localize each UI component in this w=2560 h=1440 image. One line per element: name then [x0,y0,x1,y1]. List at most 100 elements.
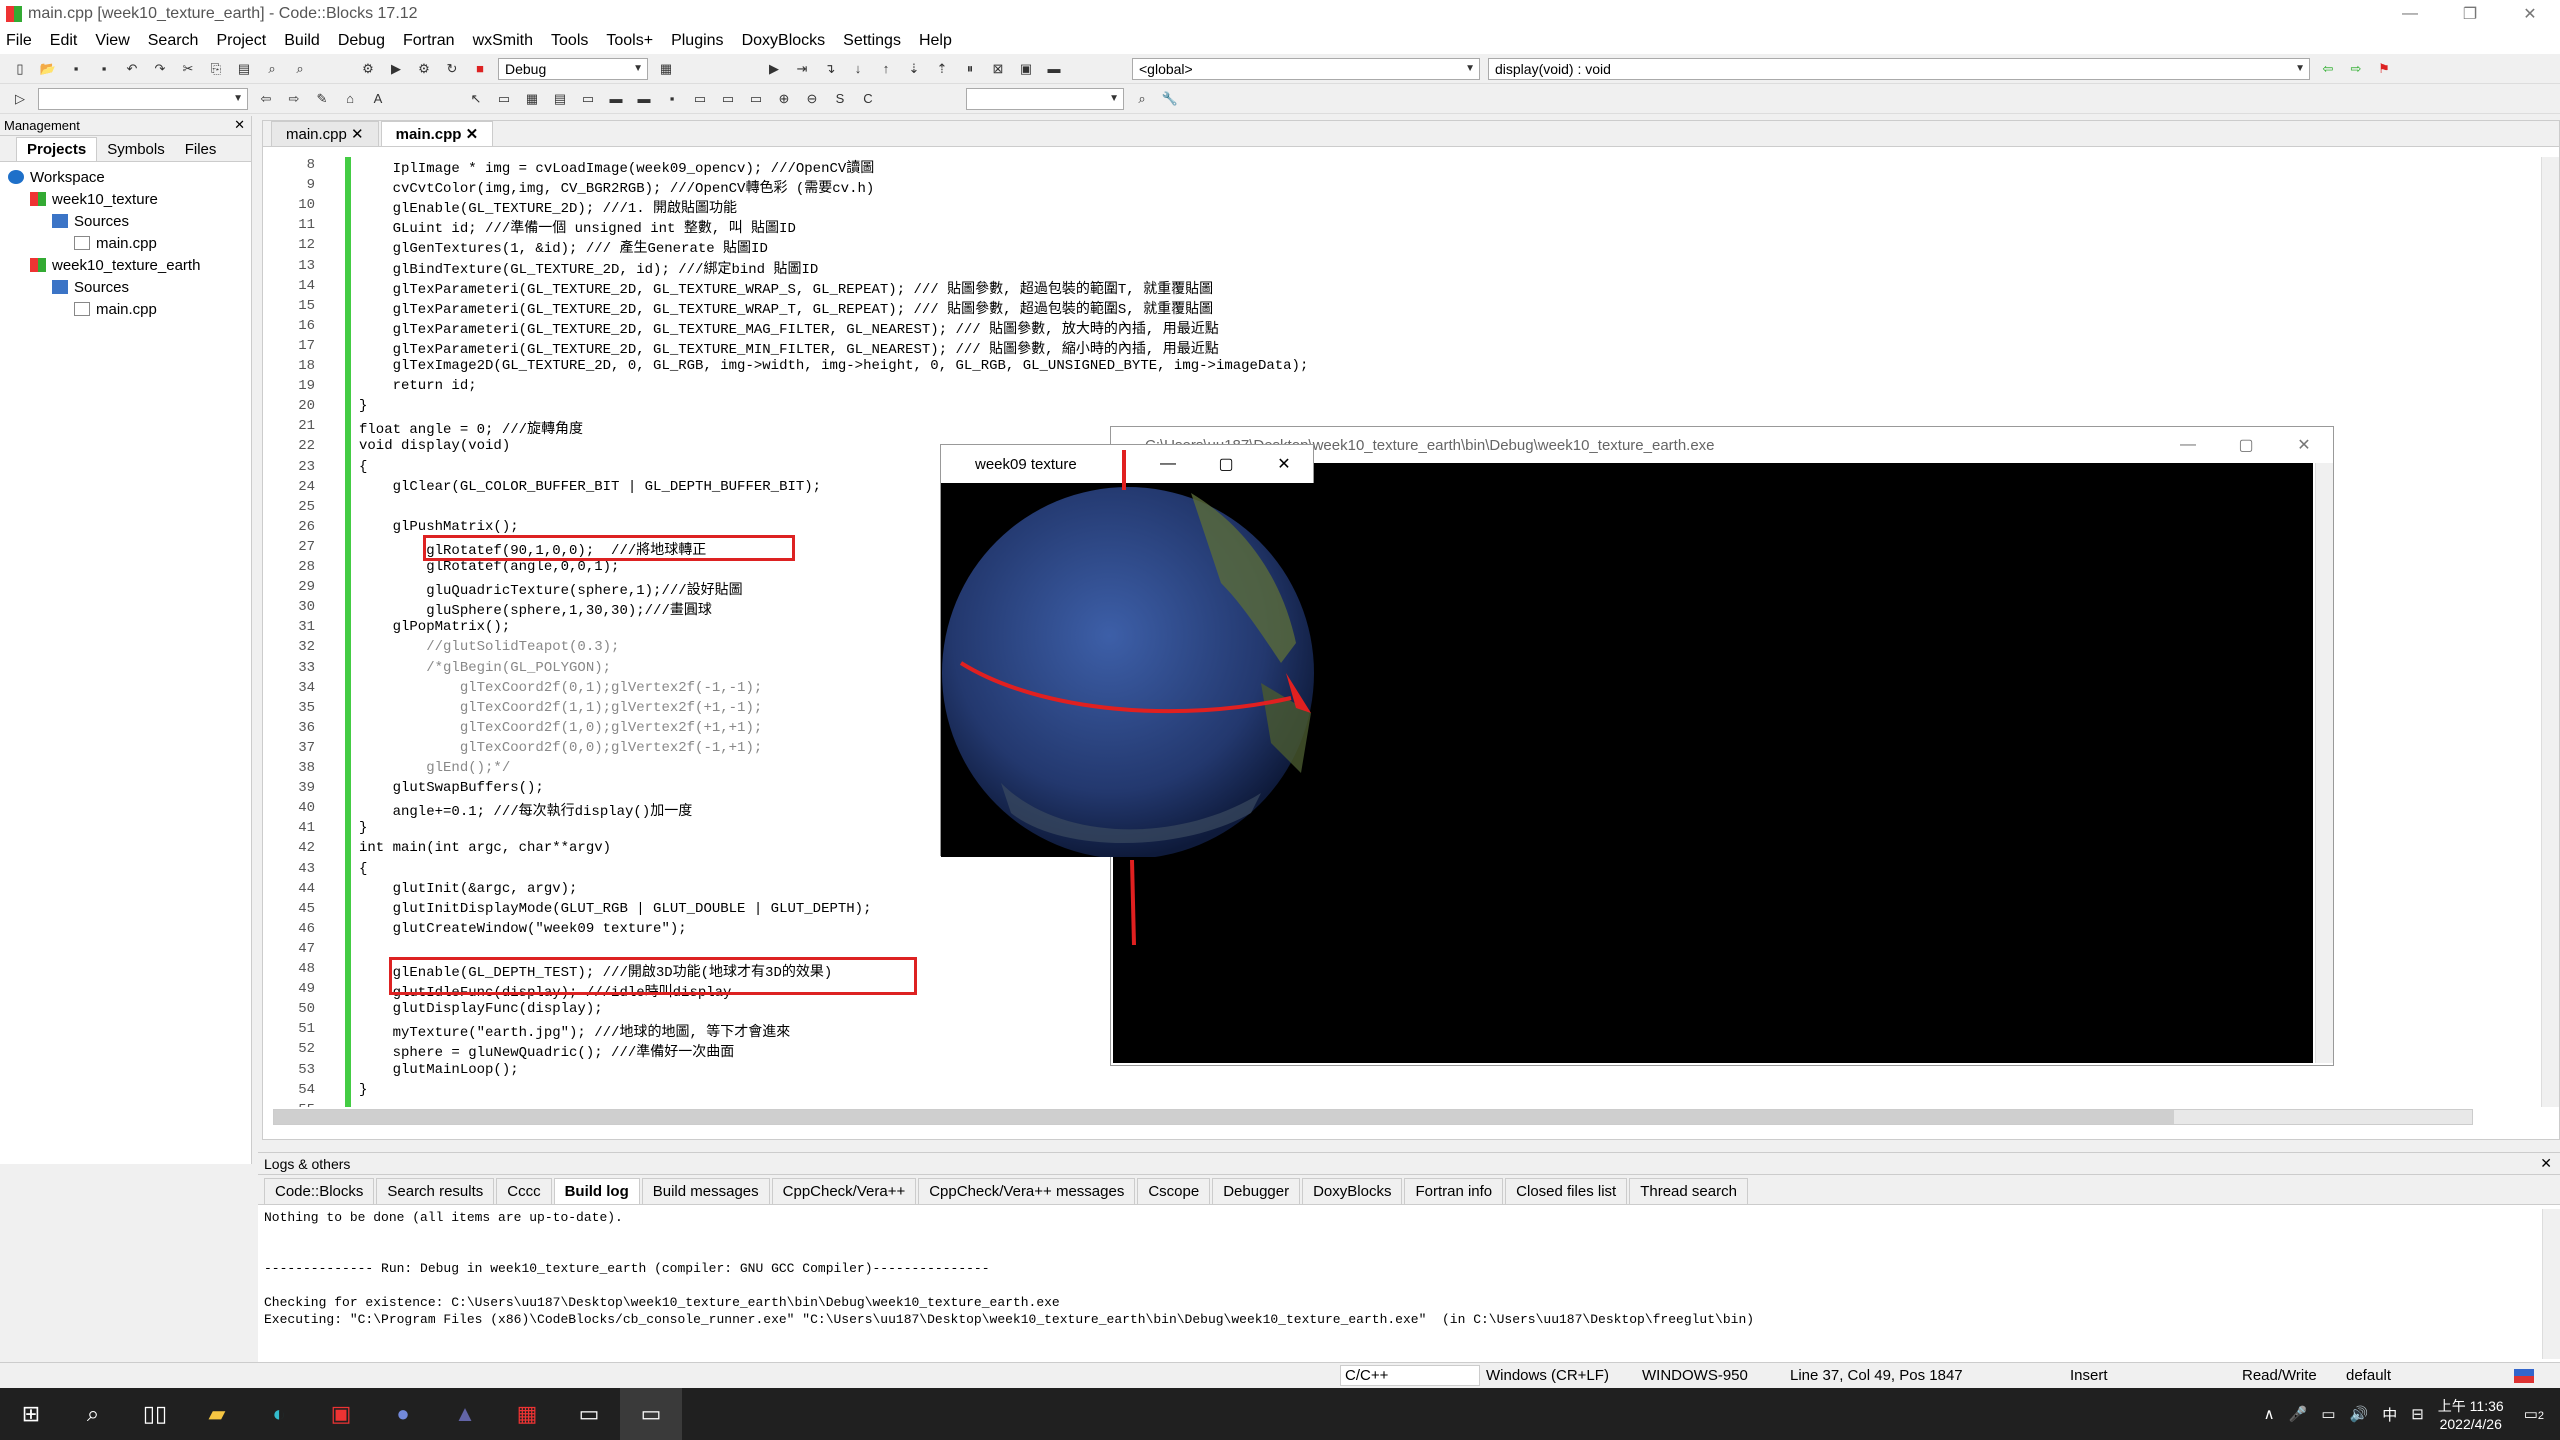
scope-select[interactable]: <global> ▼ [1132,57,1480,80]
code-line[interactable]: gluQuadricTexture(sphere,1);///設好貼圖 [359,579,742,599]
code-line[interactable]: glTexCoord2f(1,1);glVertex2f(+1,-1); [359,700,762,716]
s-icon[interactable]: S [829,88,851,110]
redo-icon[interactable]: ↷ [149,58,171,80]
code-line[interactable]: IplImage * img = cvLoadImage(week09_open… [359,157,875,177]
codeblocks-task-icon[interactable]: ▦ [496,1388,558,1440]
find-icon[interactable]: ⌕ [261,58,283,80]
console-maximize-button[interactable]: ▢ [2217,427,2275,463]
log-tab-cscope[interactable]: Cscope [1137,1178,1211,1204]
code-line[interactable]: glTexParameteri(GL_TEXTURE_2D, GL_TEXTUR… [359,278,1214,298]
tree-item[interactable]: main.cpp [4,298,247,320]
menu-wxsmith[interactable]: wxSmith [473,32,533,50]
block1-icon[interactable]: ▭ [577,88,599,110]
menu-plugins[interactable]: Plugins [671,32,723,50]
pause-icon[interactable]: ⏸ [959,58,981,80]
console-minimize-button[interactable]: — [2159,427,2217,463]
code-completion-icon[interactable]: ▷ [9,88,31,110]
code-line[interactable]: glGenTextures(1, &id); /// 產生Generate 貼圖… [359,237,768,257]
code-line[interactable]: void display(void) [359,438,510,454]
tree-item[interactable]: Sources [4,210,247,232]
code-line[interactable]: glEnable(GL_TEXTURE_2D); ///1. 開啟貼圖功能 [359,197,737,217]
clock[interactable]: 上午 11:36 2022/4/26 [2438,1396,2504,1432]
debug-windows-icon[interactable]: ▣ [1015,58,1037,80]
code-line[interactable]: glRotatef(angle,0,0,1); [359,559,619,575]
menu-doxyblocks[interactable]: DoxyBlocks [742,32,826,50]
code-line[interactable]: glTexParameteri(GL_TEXTURE_2D, GL_TEXTUR… [359,298,1214,318]
next-line-icon[interactable]: ↴ [819,58,841,80]
logs-scrollbar[interactable] [2542,1209,2560,1359]
run-to-cursor-icon[interactable]: ⇥ [791,58,813,80]
frame3-icon[interactable]: ▭ [745,88,767,110]
code-line[interactable]: glBindTexture(GL_TEXTURE_2D, id); ///綁定b… [359,258,819,278]
menu-tools[interactable]: Tools [551,32,588,50]
code-line[interactable]: glClear(GL_COLOR_BUFFER_BIT | GL_DEPTH_B… [359,479,821,495]
menu-search[interactable]: Search [148,32,199,50]
notification-icon[interactable]: ▭2 [2524,1405,2544,1423]
log-tab-cppcheck-vera-[interactable]: CppCheck/Vera++ [771,1178,917,1204]
replace-icon[interactable]: ⌕ [289,58,311,80]
function-select[interactable]: display(void) : void ▼ [1488,57,2310,80]
code-line[interactable]: glutCreateWindow("week09 texture"); [359,921,687,937]
symbol-select[interactable]: ▼ [38,87,248,110]
code-line[interactable]: glutDisplayFunc(display); [359,1001,603,1017]
code-line[interactable]: angle+=0.1; ///每次執行display()加一度 [359,800,693,820]
code-line[interactable]: glEnd();*/ [359,760,510,776]
code-line[interactable]: glutMainLoop(); [359,1062,519,1078]
log-tab-build-messages[interactable]: Build messages [641,1178,770,1204]
menu-debug[interactable]: Debug [338,32,385,50]
menu-settings[interactable]: Settings [843,32,901,50]
menu-edit[interactable]: Edit [50,32,78,50]
editor-vscrollbar[interactable] [2541,157,2559,1107]
tree-item[interactable]: week10_texture [4,188,247,210]
open-icon[interactable]: 📂 [37,58,59,80]
log-tab-cccc[interactable]: Cccc [496,1178,552,1204]
mic-icon[interactable]: 🎤 [2289,1405,2308,1423]
code-line[interactable]: return id; [359,378,477,394]
code-line[interactable]: glPushMatrix(); [359,519,519,535]
code-line[interactable]: gluSphere(sphere,1,30,30);///畫圓球 [359,599,712,619]
teams-icon[interactable]: ▲ [434,1388,496,1440]
select-icon[interactable]: ↖ [465,88,487,110]
save-icon[interactable]: ▪ [65,58,87,80]
frame2-icon[interactable]: ▭ [717,88,739,110]
discord-icon[interactable]: ● [372,1388,434,1440]
file-tab[interactable]: main.cpp ✕ [271,121,379,146]
doxy-icon[interactable]: ⌂ [339,88,361,110]
menu-fortran[interactable]: Fortran [403,32,455,50]
log-tab-search-results[interactable]: Search results [376,1178,495,1204]
code-line[interactable]: glTexCoord2f(0,1);glVertex2f(-1,-1); [359,680,762,696]
glut-close-button[interactable]: ✕ [1255,445,1313,483]
menu-project[interactable]: Project [216,32,266,50]
doc-icon[interactable]: ▤ [549,88,571,110]
paste-icon[interactable]: ▤ [233,58,255,80]
code-line[interactable]: glutInitDisplayMode(GLUT_RGB | GLUT_DOUB… [359,901,872,917]
app-window-active-icon[interactable]: ▭ [620,1388,682,1440]
code-line[interactable]: glTexImage2D(GL_TEXTURE_2D, 0, GL_RGB, i… [359,358,1309,374]
code-line[interactable]: { [359,459,367,475]
menu-build[interactable]: Build [284,32,320,50]
log-tab-fortran-info[interactable]: Fortran info [1404,1178,1504,1204]
menu-file[interactable]: File [6,32,32,50]
search-combo[interactable]: ▼ [966,87,1124,110]
log-tab-doxyblocks[interactable]: DoxyBlocks [1302,1178,1403,1204]
menu-help[interactable]: Help [919,32,952,50]
save-all-icon[interactable]: ▪ [93,58,115,80]
tree-item[interactable]: week10_texture_earth [4,254,247,276]
debug-run-icon[interactable]: ▶ [763,58,785,80]
code-line[interactable]: int main(int argc, char**argv) [359,840,611,856]
menu-view[interactable]: View [95,32,129,50]
tray-chevron-icon[interactable]: ∧ [2264,1405,2275,1423]
log-tab-thread-search[interactable]: Thread search [1629,1178,1748,1204]
edge-icon[interactable]: ◐ [248,1388,310,1440]
minimize-button[interactable]: — [2380,0,2440,28]
search-run-icon[interactable]: ⌕ [1131,88,1153,110]
copy-icon[interactable]: ⎘ [205,58,227,80]
c-icon[interactable]: C [857,88,879,110]
start-icon[interactable]: ⊞ [0,1388,62,1440]
log-tab-cppcheck-vera-messages[interactable]: CppCheck/Vera++ messages [918,1178,1136,1204]
code-line[interactable]: glTexParameteri(GL_TEXTURE_2D, GL_TEXTUR… [359,318,1219,338]
file-explorer-icon[interactable]: ▰ [186,1388,248,1440]
build-target-select[interactable]: Debug ▼ [498,57,648,80]
block3-icon[interactable]: ▬ [633,88,655,110]
next-instruction-icon[interactable]: ⇣ [903,58,925,80]
